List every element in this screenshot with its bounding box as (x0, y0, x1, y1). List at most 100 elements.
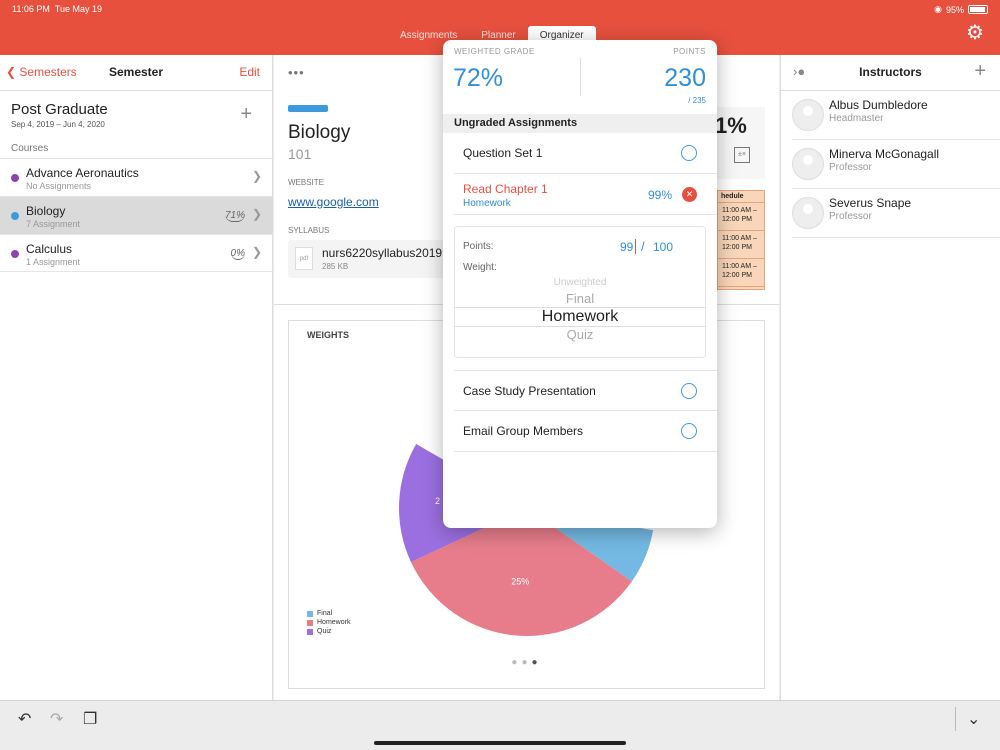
grade-editor: Points: Weight: 99 / 100 Unweighted Fina… (454, 226, 706, 358)
semester-nav-bar: ❮ Semesters Semester Edit (0, 55, 272, 91)
syllabus-file[interactable]: pdf nurs6220syllabus2019 285 KB (288, 240, 448, 278)
home-indicator[interactable] (374, 741, 626, 745)
course-grade-large: 1% (715, 113, 747, 138)
course-sub: 7 Assignment (26, 219, 81, 229)
legend-swatch (307, 619, 313, 626)
clear-grade-icon[interactable]: ✕ (682, 187, 697, 202)
text-cursor (635, 239, 636, 254)
ungraded-header: Ungraded Assignments (443, 114, 717, 133)
course-color-dot (11, 212, 19, 220)
points-value: 230 (664, 64, 706, 92)
legend-item-final: Final (307, 609, 350, 618)
grade-toggle-circle[interactable] (681, 383, 697, 399)
instructor-role: Headmaster (829, 113, 884, 124)
course-row-calculus[interactable]: Calculus 1 Assignment 0% ❯ (0, 234, 273, 272)
legend-item-homework: Homework (307, 618, 350, 627)
instructors-nav-bar: ›● Instructors + (781, 55, 1000, 91)
battery-icon (968, 5, 988, 14)
points-field-label: Points: (463, 241, 494, 252)
picker-option-selected[interactable]: Homework (455, 307, 705, 327)
instructor-row[interactable]: Albus Dumbledore Headmaster (792, 91, 1000, 140)
weight-field-label: Weight: (463, 262, 497, 273)
legend-swatch (307, 610, 313, 617)
course-color-dot (11, 250, 19, 258)
assignment-category: Homework (463, 198, 511, 209)
assignment-row[interactable]: Case Study Presentation (454, 370, 717, 411)
avatar (792, 197, 824, 229)
course-sub: 1 Assignment (26, 257, 81, 267)
courses-header: Courses (11, 143, 49, 154)
instructors-pane: ›● Instructors + Albus Dumbledore Headma… (780, 55, 1000, 700)
course-grade: 0% (230, 248, 245, 260)
picker-option[interactable]: Quiz (455, 327, 705, 342)
pie-label-homework: 25% (511, 577, 529, 587)
legend-item-quiz: Quiz (307, 627, 350, 636)
points-separator: / (641, 239, 645, 254)
toolbar-divider (955, 707, 956, 731)
file-name: nurs6220syllabus2019 (322, 246, 443, 260)
instructor-role: Professor (829, 211, 872, 222)
avatar (792, 99, 824, 131)
assignment-row[interactable]: Question Set 1 (454, 133, 717, 174)
assignment-name: Question Set 1 (463, 146, 543, 160)
instructor-row[interactable]: Minerva McGonagall Professor (792, 140, 1000, 189)
pdf-file-icon: pdf (295, 247, 313, 270)
points-max-input[interactable]: 100 (653, 240, 673, 254)
legend-swatch (307, 628, 313, 635)
chevron-right-icon: ❯ (251, 169, 262, 183)
syllabus-label: SYLLABUS (288, 226, 330, 235)
undo-icon[interactable]: ↶ (18, 709, 31, 729)
grade-toggle-circle[interactable] (681, 423, 697, 439)
assignment-name: Email Group Members (463, 424, 584, 438)
schedule-time: 11:00 AM – 12:00 PM (718, 203, 764, 231)
schedule-time: 11:00 AM – 12:00 PM (718, 231, 764, 259)
calculator-icon[interactable]: ±× (734, 147, 750, 163)
course-row-biology[interactable]: Biology 7 Assignment 71% ❯ (0, 196, 273, 234)
course-sub: No Assignments (26, 181, 92, 191)
summary-divider (580, 58, 581, 96)
add-course-button[interactable]: + (240, 103, 252, 126)
semester-name: Post Graduate (11, 101, 108, 118)
schedule-label: hedule (718, 191, 764, 203)
instructor-row[interactable]: Severus Snape Professor (792, 189, 1000, 238)
avatar (792, 148, 824, 180)
semester-dates: Sep 4, 2019 – Jun 4, 2020 (11, 120, 105, 129)
semester-pane: ❮ Semesters Semester Edit Post Graduate … (0, 55, 273, 700)
redo-icon[interactable]: ↷ (50, 709, 63, 729)
picker-option[interactable]: Final (455, 291, 705, 306)
clipboard-icon[interactable]: ❐ (83, 709, 97, 729)
instructor-name: Severus Snape (829, 196, 912, 210)
chevron-right-icon: ❯ (251, 245, 262, 259)
gear-icon[interactable]: ⚙ (964, 22, 986, 44)
weighted-grade-label: WEIGHTED GRADE (454, 47, 535, 56)
course-name: Calculus (26, 242, 73, 256)
instructor-role: Professor (829, 162, 872, 173)
course-row-advance-aeronautics[interactable]: Advance Aeronautics No Assignments ❯ (0, 158, 273, 196)
assignment-row[interactable]: Email Group Members (454, 411, 717, 452)
schedule-time: 11:00 AM – 12:00 PM (718, 259, 764, 287)
course-color-dot (11, 174, 19, 182)
chart-legend: Final Homework Quiz (307, 609, 350, 636)
add-instructor-button[interactable]: + (974, 60, 986, 83)
wifi-icon: ◉ (934, 4, 942, 14)
picker-option[interactable]: Unweighted (455, 277, 705, 288)
instructor-name: Albus Dumbledore (829, 98, 928, 112)
assignment-grade: 99% (647, 188, 672, 202)
website-label: WEBSITE (288, 178, 325, 187)
instructors-title: Instructors (859, 65, 922, 79)
assignment-row-expanded[interactable]: Read Chapter 1 Homework 99% ✕ (454, 174, 717, 215)
edit-button[interactable]: Edit (239, 65, 260, 79)
more-icon[interactable]: ••• (288, 65, 305, 80)
weight-picker[interactable]: Unweighted Final Homework Quiz (455, 277, 705, 357)
course-name: Advance Aeronautics (26, 166, 139, 180)
website-link[interactable]: www.google.com (288, 195, 379, 209)
schedule-card: hedule 11:00 AM – 12:00 PM 11:00 AM – 12… (717, 190, 765, 290)
assignment-name: Case Study Presentation (463, 384, 596, 398)
course-name: Biology (26, 204, 66, 218)
grade-toggle-circle[interactable] (681, 145, 697, 161)
page-indicator[interactable]: ●●● (289, 657, 764, 668)
status-time: 11:06 PM Tue May 19 (12, 4, 103, 14)
chevron-down-icon[interactable]: ⌄ (967, 709, 980, 729)
grade-popover: WEIGHTED GRADE 72% POINTS 230 / 235 Ungr… (443, 40, 717, 528)
points-input[interactable]: 99 (620, 240, 633, 254)
